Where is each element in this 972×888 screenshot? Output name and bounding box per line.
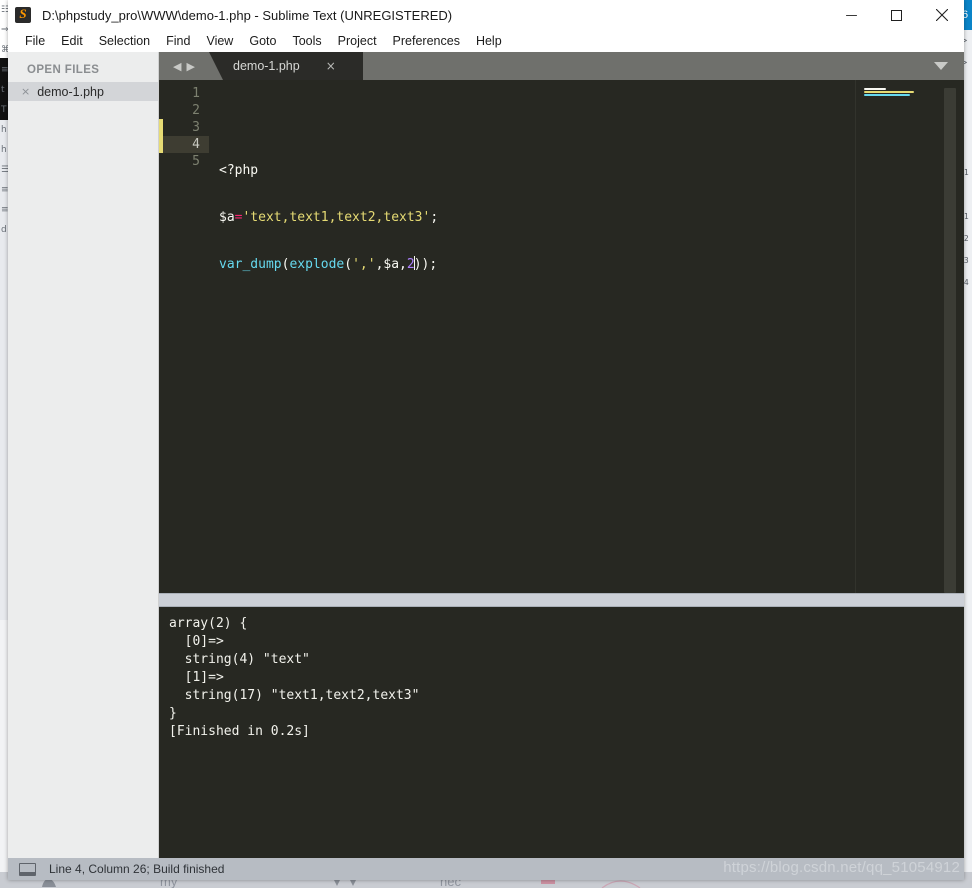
menu-project[interactable]: Project [330,32,385,50]
code-token: explode [289,257,345,272]
menu-bar: File Edit Selection Find View Goto Tools… [8,30,964,52]
minimap-line [864,88,886,90]
menu-preferences[interactable]: Preferences [385,32,468,50]
minimap-code-preview [864,88,920,96]
chevron-down-icon [934,62,948,70]
window-title: D:\phpstudy_pro\WWW\demo-1.php - Sublime… [42,7,453,23]
code-editor[interactable]: 1 2 3 4 5 <?php $a='text,text1,text2,tex… [159,80,964,593]
code-line: <?php [209,162,964,179]
line-number: 4 [159,136,209,153]
code-token: <?php [219,163,259,178]
code-token: ) [413,257,422,272]
minimap[interactable] [855,80,964,593]
sublime-text-icon [15,6,31,23]
code-line: var_dump(explode(',',$a,2)); [209,256,964,273]
watermark-text: https://blog.csdn.net/qq_51054912 [723,859,960,876]
code-token: ; [429,257,438,272]
workspace: OPEN FILES × demo-1.php ◀ ▶ demo-1.php × [8,52,964,858]
panel-splitter[interactable] [159,593,964,607]
menu-find[interactable]: Find [158,32,198,50]
menu-tools[interactable]: Tools [284,32,329,50]
sublime-text-window: D:\phpstudy_pro\WWW\demo-1.php - Sublime… [8,0,964,880]
window-controls: — [829,0,964,30]
line-number: 2 [192,103,200,118]
menu-edit[interactable]: Edit [53,32,91,50]
close-icon[interactable]: × [21,85,30,98]
code-token: var_dump [219,257,282,272]
sidebar-item-demo-1-php[interactable]: × demo-1.php [8,82,158,101]
menu-selection[interactable]: Selection [91,32,158,50]
panel-icon[interactable] [19,862,36,876]
menu-goto[interactable]: Goto [241,32,284,50]
line-number: 5 [192,154,200,169]
code-content[interactable]: <?php $a='text,text1,text2,text3'; var_d… [209,80,964,593]
code-token: ; [430,210,439,225]
line-number-gutter: 1 2 3 4 5 [159,80,209,593]
menu-view[interactable]: View [198,32,241,50]
code-token: 'text,text1,text2,text3' [242,210,431,225]
status-text: Line 4, Column 26; Build finished [49,862,225,876]
code-token: $a [219,210,235,225]
tab-label: demo-1.php [233,59,300,73]
code-token: ( [344,257,353,272]
tab-close-icon[interactable]: × [326,59,336,73]
minimap-line [864,91,914,93]
tab-navigation: ◀ ▶ [159,52,209,80]
build-output-panel[interactable]: array(2) { [0]=> string(4) "text" [1]=> … [159,607,964,858]
close-button[interactable] [919,0,964,30]
menu-file[interactable]: File [17,32,53,50]
tab-bar: ◀ ▶ demo-1.php × [159,52,964,80]
editor-column: ◀ ▶ demo-1.php × 1 2 3 4 5 <?php $a='tex… [159,52,964,858]
minimap-line [864,94,910,96]
sidebar-header-open-files: OPEN FILES [27,64,100,76]
code-token: $a [383,257,400,272]
maximize-icon [891,9,902,21]
title-bar: D:\phpstudy_pro\WWW\demo-1.php - Sublime… [8,0,964,30]
minimap-scrollbar[interactable] [944,88,956,593]
sidebar: OPEN FILES × demo-1.php [8,52,159,858]
line-number: 3 [159,119,209,136]
code-token: , [399,257,407,272]
nav-prev-icon[interactable]: ◀ [173,60,181,73]
nav-next-icon[interactable]: ▶ [187,60,195,73]
maximize-button[interactable] [874,0,919,30]
code-line: $a='text,text1,text2,text3'; [209,209,964,226]
close-icon [935,9,948,21]
sidebar-item-label: demo-1.php [37,84,104,99]
line-number: 1 [192,86,200,101]
code-token: ',' [352,257,376,272]
tab-demo-1-php[interactable]: demo-1.php × [209,52,363,80]
status-bar: Line 4, Column 26; Build finished https:… [8,858,964,880]
menu-help[interactable]: Help [468,32,510,50]
tab-list-dropdown-button[interactable] [924,52,958,80]
minimize-button[interactable]: — [829,0,874,30]
